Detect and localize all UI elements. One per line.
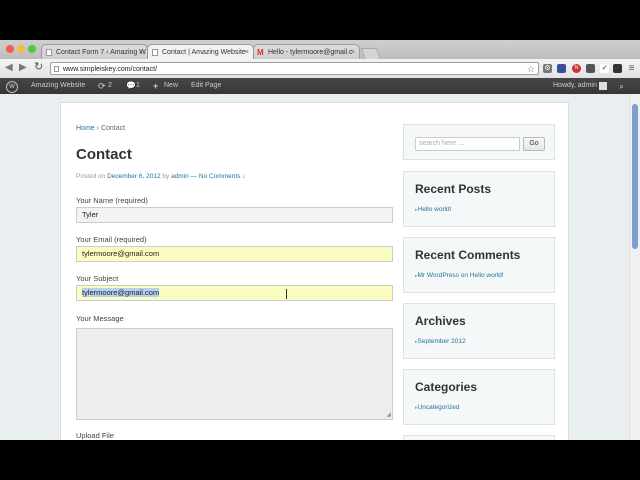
meta-dash: — [190, 173, 198, 180]
subject-field[interactable]: tylermoore@gmail.com [76, 285, 393, 301]
admin-bar-howdy[interactable]: Howdy, admin [553, 78, 597, 94]
message-label: Your Message [76, 314, 124, 323]
maximize-window-button[interactable] [28, 45, 36, 53]
browser-window: Contact Form 7 ‹ Amazing W × Contact | A… [0, 40, 640, 440]
comments-icon[interactable]: 💬 [126, 78, 136, 94]
search-input[interactable]: search here … [415, 137, 520, 151]
breadcrumb-home[interactable]: Home [76, 125, 95, 132]
comments-count[interactable]: 1 [136, 78, 140, 94]
wordpress-logo-icon[interactable]: W [6, 81, 18, 93]
plus-icon[interactable]: + [153, 78, 158, 94]
email-field[interactable]: tylermoore@gmail.com [76, 246, 393, 262]
updates-count[interactable]: 2 [108, 78, 112, 94]
categories-list: Uncategorized [415, 404, 460, 411]
close-window-button[interactable] [6, 45, 14, 53]
subject-value: tylermoore@gmail.com [82, 288, 160, 297]
post-date-link[interactable]: December 6, 2012 [107, 173, 160, 180]
back-icon[interactable]: ◀ [5, 62, 13, 73]
bookmark-star-icon[interactable]: ☆ [527, 63, 535, 76]
tab-title: Contact Form 7 ‹ Amazing W [56, 49, 146, 56]
extension-puzzle-icon[interactable] [586, 64, 595, 73]
posted-on-label: Posted on [76, 173, 106, 180]
recent-comments-widget: Recent Comments Mr WordPress on Hello wo… [403, 237, 555, 293]
categories-widget: Categories Uncategorized [403, 369, 555, 425]
recent-posts-widget: Recent Posts Hello world! [403, 171, 555, 227]
page-icon [54, 66, 59, 72]
breadcrumb-current: Contact [100, 125, 126, 132]
scrollbar-thumb[interactable] [632, 104, 638, 249]
close-tab-icon[interactable]: × [245, 45, 249, 59]
breadcrumb: Home › Contact [76, 125, 125, 132]
recent-comment-link[interactable]: Mr WordPress on Hello world! [415, 272, 504, 279]
tab-contact[interactable]: Contact | Amazing Website × [147, 44, 254, 59]
recent-comments-title: Recent Comments [415, 248, 521, 262]
message-textarea[interactable]: ◢ [76, 328, 393, 420]
admin-bar-site-name[interactable]: Amazing Website [31, 78, 85, 94]
forward-icon[interactable]: ▶ [19, 62, 27, 73]
breadcrumb-separator: › [96, 125, 99, 132]
search-widget: search here … Go [403, 124, 555, 160]
url-text: www.simpleiskey.com/contact/ [63, 66, 158, 73]
email-value: tylermoore@gmail.com [82, 249, 160, 258]
tab-gmail[interactable]: M Hello - tylermoore@gmail.c × [253, 44, 360, 59]
main-content: Home › Contact Contact Posted on Decembe… [60, 102, 569, 440]
recent-posts-title: Recent Posts [415, 182, 492, 196]
wrench-menu-icon[interactable]: ≡ [627, 64, 636, 74]
avatar[interactable] [599, 82, 607, 90]
extension-check-icon[interactable]: ✔ [600, 64, 609, 73]
admin-bar-edit-page[interactable]: Edit Page [191, 78, 221, 94]
extension-new-icon[interactable]: N [572, 64, 581, 73]
name-value: Tyler [82, 210, 99, 219]
recent-comments-list: Mr WordPress on Hello world! [415, 272, 504, 279]
minimize-window-button[interactable] [17, 45, 25, 53]
reload-icon[interactable]: ↻ [34, 60, 43, 73]
extension-gear-icon[interactable]: ⚙ [543, 64, 552, 73]
archives-title: Archives [415, 314, 466, 328]
tab-title: Contact | Amazing Website [162, 49, 246, 56]
close-tab-icon[interactable]: × [139, 45, 143, 59]
recent-post-link[interactable]: Hello world! [415, 206, 452, 213]
email-label: Your Email (required) [76, 235, 147, 244]
archives-list: September 2012 [415, 338, 466, 345]
wp-admin-bar: W Amazing Website ⟳ 2 💬 1 + New Edit Pag… [0, 78, 640, 94]
text-cursor [286, 289, 287, 299]
post-meta: Posted on December 6, 2012 by admin — No… [76, 173, 246, 180]
category-link[interactable]: Uncategorized [415, 404, 460, 411]
admin-bar-new[interactable]: New [164, 78, 178, 94]
extension-blue-icon[interactable] [557, 64, 566, 73]
page-title: Contact [76, 146, 132, 163]
extension-grid-icon[interactable] [613, 64, 622, 73]
next-widget [403, 435, 555, 440]
subject-label: Your Subject [76, 274, 119, 283]
author-link[interactable]: admin [171, 173, 189, 180]
page-icon [152, 49, 158, 56]
address-bar[interactable]: www.simpleiskey.com/contact/ ☆ [50, 62, 539, 75]
gmail-icon: M [257, 48, 264, 57]
comments-link[interactable]: No Comments ↓ [199, 173, 246, 180]
search-go-button[interactable]: Go [523, 137, 545, 151]
updates-icon[interactable]: ⟳ [98, 78, 106, 94]
categories-title: Categories [415, 380, 478, 394]
recent-posts-list: Hello world! [415, 206, 452, 213]
archives-widget: Archives September 2012 [403, 303, 555, 359]
tab-strip: Contact Form 7 ‹ Amazing W × Contact | A… [0, 40, 640, 60]
archive-link[interactable]: September 2012 [415, 338, 466, 345]
search-icon[interactable]: ⌕ [619, 78, 624, 94]
web-page: Home › Contact Contact Posted on Decembe… [0, 94, 630, 440]
by-label: by [162, 173, 170, 180]
name-label: Your Name (required) [76, 196, 148, 205]
upload-label: Upload File [76, 431, 114, 440]
tab-title: Hello - tylermoore@gmail.c [268, 49, 353, 56]
name-field[interactable]: Tyler [76, 207, 393, 223]
resize-handle-icon[interactable]: ◢ [386, 412, 391, 418]
page-icon [46, 49, 52, 56]
tab-contact-form-7[interactable]: Contact Form 7 ‹ Amazing W × [41, 44, 148, 59]
browser-toolbar: ◀ ▶ ↻ www.simpleiskey.com/contact/ ☆ ⚙ N… [0, 59, 640, 79]
close-tab-icon[interactable]: × [351, 45, 355, 59]
